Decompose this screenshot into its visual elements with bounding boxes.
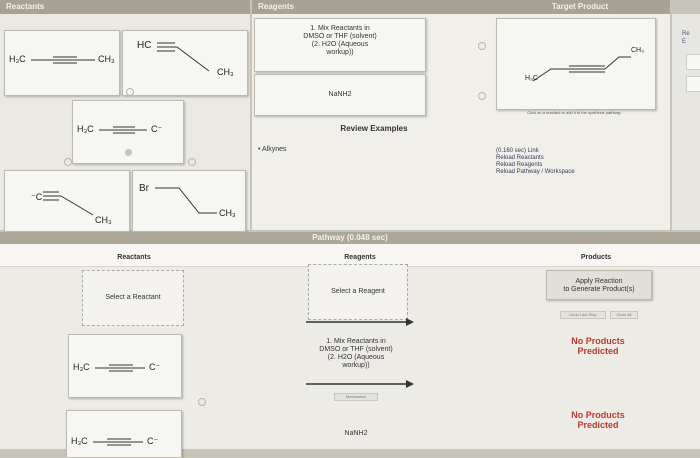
zoom-icon[interactable]: [198, 398, 206, 406]
reagent-line: workup)): [326, 49, 354, 56]
pathway-step1-reagent: 1. Mix Reactants in DMSO or THF (solvent…: [306, 338, 406, 370]
pathway-header: Pathway (0.048 sec): [0, 232, 700, 244]
propynide-structure: H₃C C⁻: [71, 435, 175, 449]
alkynes-bullet[interactable]: • Alkynes: [258, 146, 287, 153]
zoom-icon[interactable]: [478, 92, 486, 100]
no-products-line: Predicted: [577, 346, 619, 356]
carbanion-label: C⁻: [147, 436, 159, 446]
propyne-structure: H₃C CH₃: [9, 53, 115, 67]
target-hint: Click on a reactant to add it to the syn…: [527, 110, 621, 115]
target-bonds-icon: [532, 56, 631, 82]
zoom-icon[interactable]: [126, 88, 134, 96]
no-products-line: No Products: [571, 336, 625, 346]
select-reagent-label: Select a Reagent: [331, 288, 385, 295]
reagent-line: 1. Mix Reactants in: [310, 25, 370, 32]
target-product-card: H₃C CH₃: [496, 18, 656, 110]
pathway-reactant-2[interactable]: H₃C C⁻: [68, 334, 182, 398]
reagent-card-nanh2[interactable]: NaNH2: [254, 74, 426, 116]
ethyl-ch3-label: CH₃: [217, 67, 234, 77]
bromide-structure: Br CH₃: [139, 181, 243, 221]
select-reagent-slot[interactable]: Select a Reagent: [308, 264, 408, 320]
reactants-header-label: Reactants: [6, 2, 45, 11]
reactants-header: Reactants: [0, 0, 250, 14]
apply-line: to Generate Product(s): [563, 286, 635, 293]
select-reactant-label: Select a Reactant: [105, 294, 161, 301]
reaction-arrow-icon: [306, 380, 414, 388]
reagent-nanh2-text: NaNH2: [328, 91, 352, 98]
right-edge-text: Re E: [682, 30, 690, 46]
carbanion-label: C⁻: [151, 124, 163, 134]
reaction-arrow-icon: [306, 318, 414, 326]
apply-reaction-label: Apply Reaction to Generate Product(s): [547, 278, 651, 294]
no-products-2: No Products Predicted: [558, 410, 638, 430]
timing-link[interactable]: (0.160 sec) Link: [496, 148, 646, 155]
ch3-label: CH₃: [631, 47, 644, 54]
propynide-structure: H₃C C⁻: [73, 361, 177, 375]
target-structure: H₃C CH₃: [511, 29, 651, 99]
reagent-line: workup)): [342, 362, 370, 369]
zoom-icon[interactable]: [64, 158, 72, 166]
triple-bond-icon: [95, 364, 145, 372]
target-header: Target Product: [490, 0, 670, 14]
reagent-card-mix[interactable]: 1. Mix Reactants in DMSO or THF (solvent…: [254, 18, 426, 72]
zoom-icon[interactable]: [478, 42, 486, 50]
acetylene-structure: HC: [137, 37, 237, 72]
reload-reactants-link[interactable]: Reload Reactants: [496, 155, 646, 162]
reactant-card-propyne[interactable]: H₃C CH₃: [4, 30, 120, 96]
reagent-line: (2. H2O (Aqueous: [311, 41, 369, 48]
pathway-reactants-col: Reactants: [117, 254, 151, 261]
mechanism-button[interactable]: Mechanism: [334, 393, 378, 401]
propynide-structure: H₃C C⁻: [77, 123, 177, 137]
undo-last-step-button[interactable]: Undo Last Step: [560, 311, 606, 319]
alkynes-label: Alkynes: [262, 146, 287, 153]
reagents-header: Reagents: [252, 0, 490, 14]
apply-reaction-button[interactable]: Apply Reaction to Generate Product(s): [546, 270, 652, 300]
no-products-line: No Products: [571, 410, 625, 420]
right-edge-line2: E: [682, 39, 687, 45]
links-block: (0.160 sec) Link Reload Reactants Reload…: [496, 148, 646, 176]
reagents-header-label: Reagents: [258, 2, 295, 11]
reagent-mix-text: 1. Mix Reactants in DMSO or THF (solvent…: [255, 25, 425, 57]
acetylide-ch3-label: CH₃: [95, 215, 112, 225]
reagent-line: (2. H2O (Aqueous: [327, 354, 385, 361]
pathway-step2-reagent: NaNH2: [344, 430, 368, 437]
no-products-1: No Products Predicted: [558, 336, 638, 356]
reagent-line: DMSO or THF (solvent): [319, 346, 393, 353]
apply-line: Apply Reaction: [575, 278, 623, 285]
pathway-header-label: Pathway (0.048 sec): [312, 233, 388, 242]
reagent-line: 1. Mix Reactants in: [326, 338, 386, 345]
right-edge-line1: Re: [682, 31, 690, 37]
right-edge-box-2[interactable]: [686, 76, 700, 92]
ch3-label: CH₃: [98, 54, 115, 64]
reactant-card-bromide[interactable]: Br CH₃: [132, 170, 246, 232]
right-edge-panel: [672, 14, 700, 230]
h3c-label: H₃C: [525, 75, 538, 82]
reactant-card-acetylide[interactable]: ⁻C CH₃: [4, 170, 130, 232]
select-arrow-icon[interactable]: [125, 149, 132, 156]
select-reactant-slot[interactable]: Select a Reactant: [82, 270, 184, 326]
pathway-reactant-3[interactable]: H₃C C⁻: [66, 410, 182, 458]
reagent-line: DMSO or THF (solvent): [303, 33, 377, 40]
pathway-reagents-col: Reagents: [344, 254, 376, 261]
ch3-label: CH₃: [219, 208, 236, 218]
carbanion-label: C⁻: [149, 362, 161, 372]
clear-all-button[interactable]: Clear All: [610, 311, 638, 319]
reactant-card-acetylene[interactable]: HC CH₃: [122, 30, 248, 96]
triple-bond-icon: [157, 42, 210, 72]
reload-reagents-link[interactable]: Reload Reagents: [496, 162, 646, 169]
review-examples-heading[interactable]: Review Examples: [324, 124, 424, 133]
no-products-line: Predicted: [577, 420, 619, 430]
zoom-icon[interactable]: [188, 158, 196, 166]
reactant-card-propynide[interactable]: H₃C C⁻: [72, 100, 184, 164]
pathway-products-col: Products: [580, 254, 612, 261]
reload-pathway-link[interactable]: Reload Pathway / Workspace: [496, 169, 646, 176]
triple-bond-icon: [93, 438, 143, 446]
right-edge-box-1[interactable]: [686, 54, 700, 70]
target-header-label: Target Product: [551, 2, 609, 11]
